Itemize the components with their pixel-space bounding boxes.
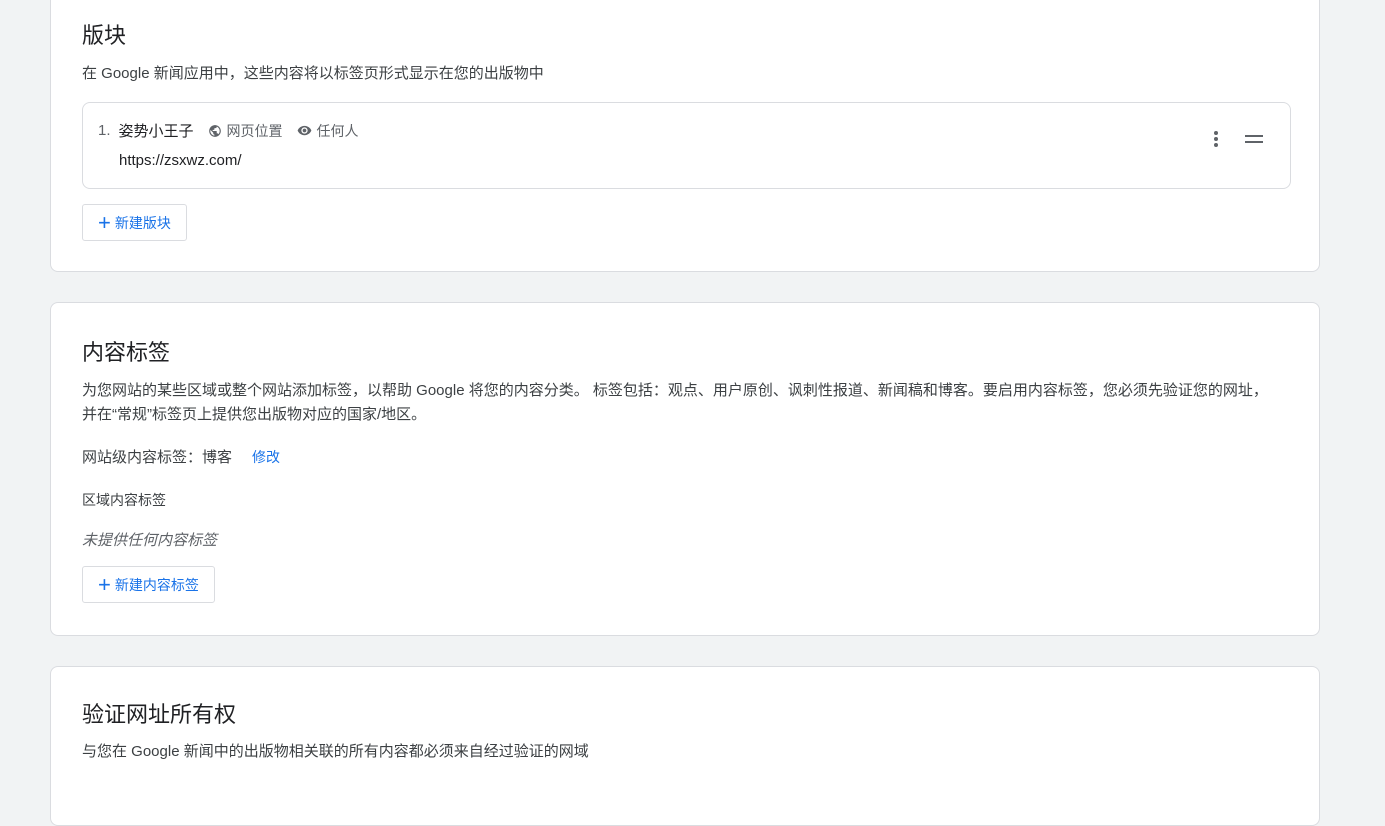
- section-visibility: 任何人: [297, 121, 359, 141]
- content-labels-description: 为您网站的某些区域或整个网站添加标签，以帮助 Google 将您的内容分类。 标…: [82, 382, 1268, 423]
- section-url: https://zsxwz.com/: [119, 152, 242, 169]
- sections-description: 在 Google 新闻应用中，这些内容将以标签页形式显示在您的出版物中: [82, 65, 544, 82]
- sections-title: 版块: [82, 23, 127, 48]
- section-labels-heading: 区域内容标签: [82, 492, 166, 508]
- section-item[interactable]: 1. 姿势小王子 网页位置 任何人 https://zsxwz.com/: [82, 102, 1291, 189]
- drag-handle[interactable]: [1242, 129, 1266, 149]
- plus-icon: +: [98, 209, 111, 235]
- plus-icon: +: [98, 571, 111, 597]
- site-label-text: 网站级内容标签：博客: [82, 449, 233, 466]
- section-location-label: 网页位置: [226, 122, 283, 139]
- verify-url-card: 验证网址所有权 与您在 Google 新闻中的出版物相关联的所有内容都必须来自经…: [50, 666, 1320, 826]
- empty-labels-note: 未提供任何内容标签: [82, 532, 218, 549]
- eye-icon: [297, 125, 311, 136]
- section-location: 网页位置: [208, 121, 283, 141]
- new-section-label: 新建版块: [114, 214, 171, 231]
- content-labels-card: 内容标签 为您网站的某些区域或整个网站添加标签，以帮助 Google 将您的内容…: [50, 302, 1320, 636]
- new-section-button[interactable]: + 新建版块: [82, 204, 187, 241]
- section-visibility-label: 任何人: [316, 122, 359, 139]
- verify-description: 与您在 Google 新闻中的出版物相关联的所有内容都必须来自经过验证的网域: [82, 743, 589, 760]
- section-row: 1. 姿势小王子 网页位置 任何人: [98, 120, 373, 141]
- verify-title: 验证网址所有权: [82, 702, 237, 727]
- drag-handle-icon: [1245, 135, 1263, 143]
- sections-card: 版块 在 Google 新闻应用中，这些内容将以标签页形式显示在您的出版物中 1…: [50, 0, 1320, 272]
- more-options-button[interactable]: [1206, 127, 1226, 151]
- site-label-row: 网站级内容标签：博客 修改: [82, 446, 280, 467]
- new-content-label-button[interactable]: + 新建内容标签: [82, 566, 215, 603]
- new-content-label-label: 新建内容标签: [114, 576, 199, 593]
- more-vert-icon: [1214, 131, 1218, 147]
- edit-site-label-link[interactable]: 修改: [252, 447, 280, 467]
- content-labels-title: 内容标签: [82, 340, 171, 365]
- section-name: 姿势小王子: [118, 123, 194, 140]
- globe-icon: [208, 124, 221, 137]
- section-index: 1.: [98, 122, 111, 139]
